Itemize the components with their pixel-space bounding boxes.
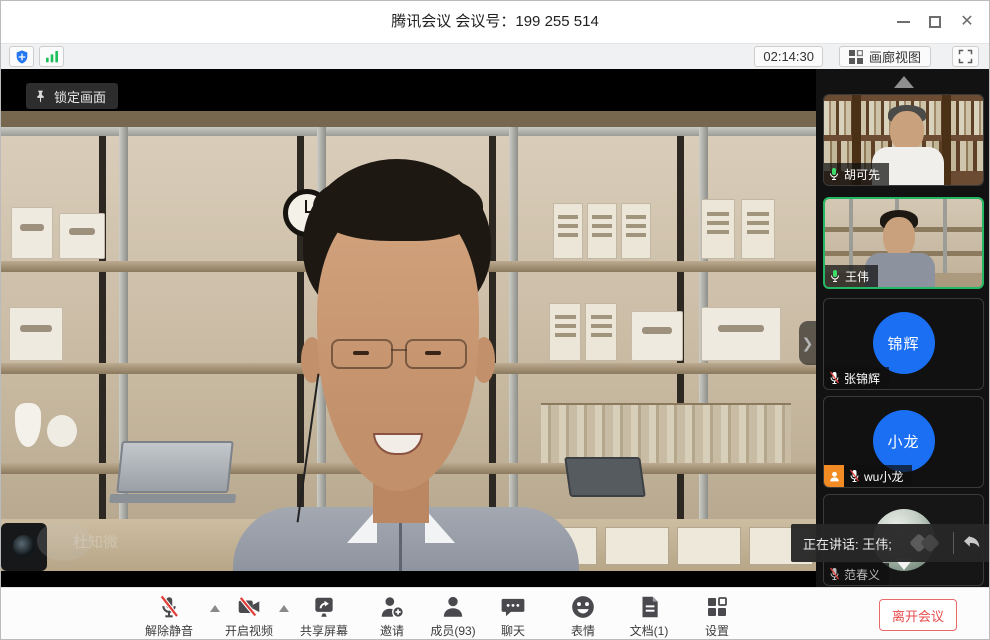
participant-name-tag: 范春义: [824, 563, 889, 585]
share-screen-label: 共享屏幕: [289, 622, 359, 639]
scroll-up-arrow[interactable]: [894, 76, 914, 88]
settings-icon: [682, 593, 752, 621]
viewer-watermark: 杜知微: [37, 521, 118, 561]
participant-name: 胡可先: [844, 166, 880, 183]
meeting-content: 锁定画面 杜知微 ❯: [1, 69, 990, 587]
tencent-meeting-window: 腾讯会议 会议号：199 255 514 ✕ 02:14:30 画廊视图: [0, 0, 990, 640]
participants-sidebar: 胡可先: [816, 69, 990, 587]
participant-name-tag: wu小龙: [824, 465, 912, 487]
tencent-meeting-logo-icon: [910, 532, 944, 554]
meeting-security-button[interactable]: [9, 46, 34, 67]
speaking-indicator-banner: 正在讲话: 王伟;: [791, 524, 990, 562]
participant-tile-zhangjinhui[interactable]: 锦辉 张锦辉: [823, 298, 984, 390]
share-screen-button[interactable]: 共享屏幕: [289, 593, 359, 639]
emoji-label: 表情: [548, 622, 618, 639]
invite-button[interactable]: 邀请: [357, 593, 427, 639]
unmute-label: 解除静音: [134, 622, 204, 639]
mic-muted-icon: [844, 465, 864, 487]
invite-label: 邀请: [357, 622, 427, 639]
close-button[interactable]: ✕: [951, 1, 983, 43]
banner-divider: [953, 532, 954, 554]
invite-user-icon: [357, 593, 427, 621]
chevron-right-icon: ❯: [802, 335, 814, 352]
window-controls: ✕: [887, 1, 983, 43]
reply-arrow-icon[interactable]: [963, 535, 981, 551]
participant-tile-wuxiaolong[interactable]: 小龙 wu小龙: [823, 396, 984, 488]
network-quality-button[interactable]: [39, 46, 64, 67]
leave-meeting-label: 离开会议: [892, 606, 944, 625]
unmute-button[interactable]: 解除静音: [134, 593, 204, 639]
participant-name-tag: 张锦辉: [824, 367, 889, 389]
chat-icon: [478, 593, 548, 621]
mic-on-icon: [824, 163, 844, 185]
participant-name-tag: 胡可先: [824, 163, 889, 185]
gallery-view-label: 画廊视图: [869, 47, 921, 66]
speaker-person: [1, 111, 816, 571]
sidebar-collapse-toggle[interactable]: ❯: [799, 321, 816, 365]
participant-tile-hukexian[interactable]: 胡可先: [823, 94, 984, 186]
chat-label: 聊天: [478, 622, 548, 639]
member-role-badge-icon: [824, 465, 844, 487]
minimize-icon: [897, 21, 910, 23]
participant-name: wu小龙: [864, 468, 903, 485]
mic-muted-icon: [824, 563, 844, 585]
top-toolbar: 02:14:30 画廊视图: [1, 43, 989, 69]
participant-avatar: 小龙: [873, 410, 935, 472]
participant-avatar: 锦辉: [873, 312, 935, 374]
meeting-timer: 02:14:30: [754, 46, 823, 67]
start-video-button[interactable]: 开启视频: [214, 593, 284, 639]
emoji-button[interactable]: 表情: [548, 593, 618, 639]
video-options-caret[interactable]: [279, 605, 289, 612]
document-icon: [614, 593, 684, 621]
settings-button[interactable]: 设置: [682, 593, 752, 639]
leave-meeting-button[interactable]: 离开会议: [879, 599, 957, 631]
pin-icon: [34, 89, 47, 103]
titlebar: 腾讯会议 会议号：199 255 514 ✕: [1, 1, 989, 43]
participant-name: 王伟: [845, 268, 869, 285]
emoji-icon: [548, 593, 618, 621]
maximize-icon: [929, 16, 941, 28]
maximize-button[interactable]: [919, 1, 951, 43]
lock-view-button[interactable]: 锁定画面: [26, 83, 118, 109]
minimize-button[interactable]: [887, 1, 919, 43]
fullscreen-icon: [958, 49, 973, 64]
documents-button[interactable]: 文档(1): [614, 593, 684, 639]
mic-muted-icon: [824, 367, 844, 389]
main-video-stage: 锁定画面 杜知微 ❯: [1, 69, 816, 587]
documents-label: 文档(1): [614, 622, 684, 639]
shield-icon: [14, 49, 30, 65]
participant-name: 张锦辉: [844, 370, 880, 387]
signal-bars-icon: [44, 49, 60, 65]
start-video-label: 开启视频: [214, 622, 284, 639]
gallery-view-button[interactable]: 画廊视图: [839, 46, 931, 67]
fullscreen-button[interactable]: [952, 46, 979, 67]
share-screen-icon: [289, 593, 359, 621]
close-icon: ✕: [960, 14, 973, 30]
settings-label: 设置: [682, 622, 752, 639]
window-title: 腾讯会议 会议号：199 255 514: [1, 1, 989, 43]
lock-view-label: 锁定画面: [54, 87, 106, 106]
chat-button[interactable]: 聊天: [478, 593, 548, 639]
bottom-toolbar: 解除静音 开启视频 共享屏幕 邀请 成员(93): [1, 587, 990, 640]
grid-layout-icon: [849, 50, 863, 64]
camera-off-icon: [214, 593, 284, 621]
participant-name: 范春义: [844, 566, 880, 583]
mic-on-icon: [825, 265, 845, 287]
participant-tile-wangwei[interactable]: 王伟: [823, 197, 984, 289]
microphone-muted-icon: [134, 593, 204, 621]
speaking-indicator-text: 正在讲话: 王伟;: [803, 534, 892, 553]
speaker-video-feed: [1, 111, 816, 571]
participant-name-tag: 王伟: [825, 265, 878, 287]
